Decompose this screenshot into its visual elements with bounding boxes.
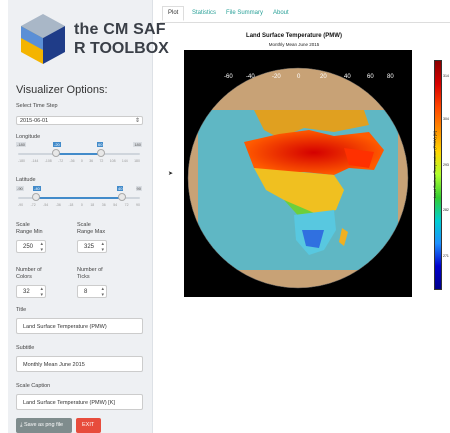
slider-high-value: 40: [117, 186, 124, 191]
scale-min-label1: Scale: [16, 222, 30, 228]
scale-max-input[interactable]: 325 ▴ ▾: [77, 240, 107, 253]
latitude-label: Latitude: [16, 177, 36, 183]
lon-label: 60: [367, 74, 374, 80]
subtitle-input[interactable]: Monthly Mean June 2015: [16, 356, 143, 372]
slider-range: [56, 153, 101, 155]
scale-max-label1: Scale: [77, 222, 91, 228]
stepper-icon[interactable]: ▴ ▾: [40, 286, 43, 298]
title-input[interactable]: Land Surface Temperature (PMW): [16, 318, 143, 334]
caption-input-value: Land Surface Temperature (PMW) [K]: [23, 400, 115, 406]
time-step-select[interactable]: 2015-06-01 ⇕: [16, 116, 143, 125]
colorbar-tick: 282: [443, 208, 449, 212]
globe-map: -60 -40 -20 0 20 40 60 80: [187, 67, 409, 289]
slider-high-handle[interactable]: [97, 149, 105, 157]
exit-button-label: EXIT: [82, 422, 95, 428]
cube-logo-icon: [21, 14, 65, 64]
map-plot: -60 -40 -20 0 20 40 60 80: [184, 50, 412, 297]
title-input-value: Land Surface Temperature (PMW): [23, 324, 107, 330]
num-colors-label1: Number of: [16, 267, 42, 273]
longitude-ticks: -180 -144 -108 -72 -36 0 36 72 108 144 180: [18, 159, 140, 163]
num-ticks-value: 8: [84, 289, 88, 295]
logo-line1: the CM SAF: [74, 21, 166, 38]
time-step-label: Select Time Step: [16, 103, 58, 109]
colorbar-tick: 271: [443, 254, 449, 258]
tab-file-summary[interactable]: File Summary: [226, 10, 263, 16]
slider-min-label: -90: [16, 186, 24, 191]
scale-min-input[interactable]: 250 ▴ ▾: [16, 240, 46, 253]
num-ticks-input[interactable]: 8 ▴ ▾: [77, 285, 107, 298]
slider-min-label: -180: [16, 142, 27, 147]
lon-label: 20: [320, 74, 327, 80]
num-colors-input[interactable]: 32 ▴ ▾: [16, 285, 46, 298]
num-ticks-label1: Number of: [77, 267, 103, 273]
slider-low-handle[interactable]: [52, 149, 60, 157]
visualizer-heading: Visualizer Options:: [16, 84, 108, 96]
colorbar-tick: 314: [443, 74, 449, 78]
save-png-button[interactable]: ⤓ Save as png file: [16, 418, 72, 433]
plot-subtitle: Monthly Mean June 2015: [268, 42, 320, 47]
time-step-value: 2015-06-01: [20, 118, 49, 124]
slider-low-handle[interactable]: [32, 193, 40, 201]
slider-high-handle[interactable]: [118, 193, 126, 201]
slider-high-value: 60: [97, 142, 104, 147]
scale-min-label2: Range Min: [16, 229, 43, 235]
scale-max-value: 325: [84, 244, 95, 250]
longitude-label: Longitude: [16, 134, 41, 140]
colorbar-tick: 293: [443, 163, 449, 167]
latitude-ticks: -90 -72 -54 -36 -18 0 18 36 54 72 90: [18, 203, 140, 207]
colorbar-title: Land Surface Temperature (PMW) [K]: [432, 131, 437, 198]
stepper-icon[interactable]: ▴ ▾: [40, 241, 43, 253]
logo-line2: R TOOLBOX: [74, 40, 169, 57]
scale-min-value: 250: [23, 244, 34, 250]
num-colors-value: 32: [23, 289, 30, 295]
lon-label: -20: [272, 74, 281, 80]
latitude-slider[interactable]: -90 90 -40 40 -90 -72 -54 -36 -18 0 18 36 54 72 90: [16, 186, 142, 208]
subtitle-input-value: Monthly Mean June 2015: [23, 362, 85, 368]
plot-title: Land Surface Temperature (PMW): [246, 33, 342, 39]
lon-label: -60: [224, 74, 233, 80]
caption-field-label: Scale Caption: [16, 383, 51, 389]
slider-low-value: -40: [33, 186, 41, 191]
lon-label: -40: [246, 74, 255, 80]
caption-input[interactable]: Land Surface Temperature (PMW) [K]: [16, 394, 143, 410]
stepper-icon[interactable]: ▴ ▾: [101, 241, 104, 253]
tab-about[interactable]: About: [273, 10, 289, 16]
tab-statistics[interactable]: Statistics: [192, 10, 216, 16]
num-ticks-label2: Ticks: [77, 274, 90, 280]
cmsaf-logo: the CM SAF R TOOLBOX: [18, 12, 169, 76]
tab-plot[interactable]: Plot: [162, 6, 185, 21]
slider-max-label: 180: [133, 142, 142, 147]
select-arrow-icon: ⇕: [134, 118, 140, 124]
slider-max-label: 90: [135, 186, 142, 191]
tab-bar: Plot Statistics File Summary About: [160, 6, 450, 23]
title-field-label: Title: [16, 307, 27, 313]
mouse-cursor-icon: ➤: [168, 171, 174, 177]
subtitle-field-label: Subtitle: [16, 345, 35, 351]
slider-range: [36, 197, 122, 199]
slider-low-value: -20: [53, 142, 61, 147]
stepper-icon[interactable]: ▴ ▾: [101, 286, 104, 298]
colorbar-tick: 304: [443, 117, 449, 121]
exit-button[interactable]: EXIT: [76, 418, 101, 433]
longitude-slider[interactable]: -180 180 -20 60 -180 -144 -108 -72 -36 0 36 72 1…: [16, 142, 142, 164]
lon-label: 40: [344, 74, 351, 80]
save-button-label: Save as png file: [23, 422, 64, 428]
lon-label: 80: [387, 74, 394, 80]
scale-max-label2: Range Max: [77, 229, 106, 235]
num-colors-label2: Colors: [16, 274, 32, 280]
